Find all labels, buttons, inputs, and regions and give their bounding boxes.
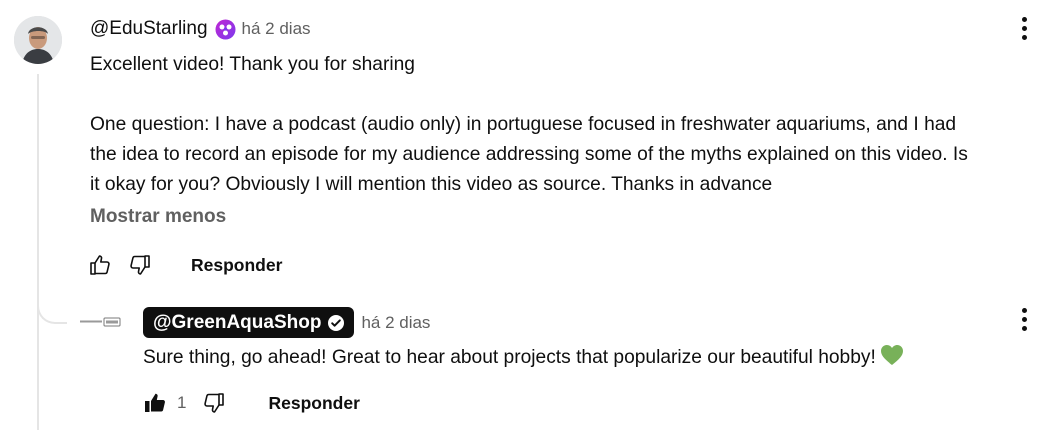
comment-header: @EduStarling há 2 dias: [90, 17, 311, 41]
comment-line: the idea to record an episode for my aud…: [90, 144, 968, 165]
reply-button[interactable]: Responder: [268, 393, 359, 414]
comment-line: it okay for you? Obviously I will mentio…: [90, 174, 773, 195]
reply-more-actions-icon[interactable]: [1014, 304, 1034, 334]
comment-timestamp[interactable]: há 2 dias: [242, 19, 311, 39]
comment-body: Excellent video! Thank you for sharing O…: [90, 50, 1050, 200]
reply-actions: 1 Responder: [141, 388, 360, 418]
reply-connector: [37, 300, 67, 324]
dislike-icon[interactable]: [126, 251, 154, 279]
reply-text: Sure thing, go ahead! Great to hear abou…: [143, 347, 876, 368]
like-count: 1: [177, 393, 187, 412]
thread-line: [37, 74, 39, 430]
dislike-icon[interactable]: [200, 389, 228, 417]
comment-line: One question: I have a podcast (audio on…: [90, 114, 957, 135]
reply-body: Sure thing, go ahead! Great to hear abou…: [143, 344, 904, 375]
member-badge-icon: [215, 19, 236, 40]
show-less-button[interactable]: Mostrar menos: [90, 206, 226, 228]
reply-timestamp[interactable]: há 2 dias: [361, 313, 430, 333]
more-actions-icon[interactable]: [1014, 13, 1034, 43]
avatar[interactable]: [14, 16, 62, 64]
like-icon[interactable]: [86, 251, 114, 279]
verified-check-icon: [327, 314, 345, 332]
reply-header: @GreenAquaShop há 2 dias: [143, 307, 430, 338]
comment-author[interactable]: @EduStarling: [90, 18, 208, 40]
avatar-image: [14, 16, 62, 64]
reply-avatar[interactable]: [80, 315, 122, 329]
like-filled-icon[interactable]: [141, 389, 169, 417]
comment-line: Excellent video! Thank you for sharing: [90, 54, 415, 75]
creator-author-pill[interactable]: @GreenAquaShop: [143, 307, 355, 338]
reply-author: @GreenAquaShop: [153, 311, 322, 333]
comment-actions: Responder: [86, 250, 282, 280]
reply-button[interactable]: Responder: [191, 255, 282, 276]
greenaqua-logo: [80, 317, 121, 327]
green-heart-icon: [880, 344, 904, 375]
